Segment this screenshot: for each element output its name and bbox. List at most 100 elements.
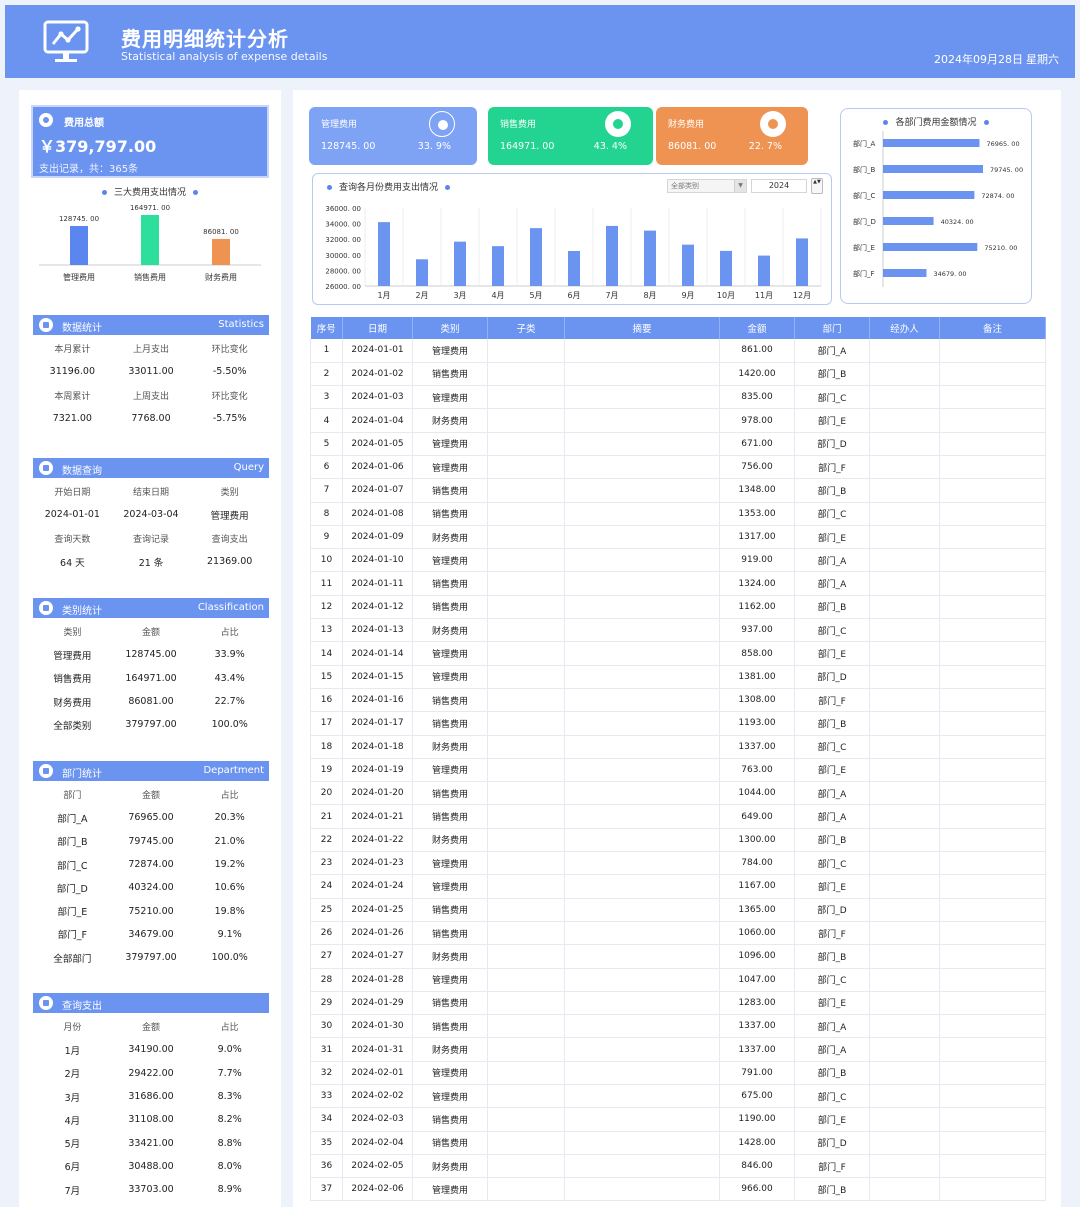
table-cell xyxy=(564,991,720,1016)
table-header-cell[interactable]: 备注 xyxy=(939,317,1046,339)
department-cell: 76965.00 xyxy=(128,812,174,824)
table-row[interactable]: 1 2024-01-01 管理费用 861.00 部门_A xyxy=(310,339,1046,363)
table-cell: 2024-01-06 xyxy=(342,455,413,480)
table-row[interactable]: 19 2024-01-19 管理费用 763.00 部门_E xyxy=(310,758,1046,783)
table-row[interactable]: 32 2024-02-01 管理费用 791.00 部门_B xyxy=(310,1061,1046,1086)
table-row[interactable]: 27 2024-01-27 财务费用 1096.00 部门_B xyxy=(310,944,1046,969)
table-cell: 1300.00 xyxy=(719,828,795,853)
table-cell xyxy=(939,921,1046,946)
table-cell: 部门_D xyxy=(794,1131,870,1155)
table-header-cell[interactable]: 金额 xyxy=(719,317,795,339)
table-cell: 部门_D xyxy=(794,665,870,689)
table-row[interactable]: 2 2024-01-02 销售费用 1420.00 部门_B xyxy=(310,362,1046,387)
mini-bar-label: 128745. 00 xyxy=(59,215,99,223)
table-cell: 财务费用 xyxy=(412,828,488,853)
year-input[interactable]: 2024 xyxy=(751,179,807,193)
page-title: 费用明细统计分析 xyxy=(121,27,289,51)
query-icon xyxy=(39,461,53,475)
chevron-down-icon[interactable]: ▼ xyxy=(734,180,746,192)
table-cell xyxy=(487,339,565,363)
department-row: 部门_C 72874.00 19.2% xyxy=(33,853,269,876)
table-row[interactable]: 4 2024-01-04 财务费用 978.00 部门_E xyxy=(310,408,1046,433)
table-header-cell[interactable]: 部门 xyxy=(794,317,870,339)
table-cell xyxy=(564,1177,720,1202)
table-row[interactable]: 14 2024-01-14 管理费用 858.00 部门_E xyxy=(310,641,1046,666)
table-cell: 1365.00 xyxy=(719,898,795,922)
classification-cell: 管理费用 xyxy=(53,650,92,662)
table-cell xyxy=(487,944,565,969)
table-row[interactable]: 29 2024-01-29 销售费用 1283.00 部门_E xyxy=(310,991,1046,1016)
table-cell xyxy=(487,1084,565,1109)
y-tick-label: 30000. 00 xyxy=(325,252,361,260)
table-row[interactable]: 13 2024-01-13 财务费用 937.00 部门_C xyxy=(310,618,1046,643)
table-row[interactable]: 3 2024-01-03 管理费用 835.00 部门_C xyxy=(310,385,1046,410)
table-cell: 23 xyxy=(310,851,343,876)
table-cell xyxy=(487,1037,565,1062)
table-row[interactable]: 33 2024-02-02 管理费用 675.00 部门_C xyxy=(310,1084,1046,1109)
table-cell: 1317.00 xyxy=(719,525,795,550)
table-cell: 销售费用 xyxy=(412,711,488,736)
table-header-cell[interactable]: 摘要 xyxy=(564,317,720,339)
table-row[interactable]: 7 2024-01-07 销售费用 1348.00 部门_B xyxy=(310,478,1046,503)
kpi-name: 管理费用 xyxy=(321,120,358,130)
table-row[interactable]: 11 2024-01-11 销售费用 1324.00 部门_A xyxy=(310,571,1046,596)
table-row[interactable]: 31 2024-01-31 财务费用 1337.00 部门_A xyxy=(310,1037,1046,1062)
table-row[interactable]: 28 2024-01-28 管理费用 1047.00 部门_C xyxy=(310,968,1046,992)
dept-label: 部门_E xyxy=(853,243,875,252)
table-cell xyxy=(939,455,1046,480)
table-row[interactable]: 23 2024-01-23 管理费用 784.00 部门_C xyxy=(310,851,1046,876)
table-row[interactable]: 25 2024-01-25 销售费用 1365.00 部门_D xyxy=(310,898,1046,922)
table-cell: 13 xyxy=(310,618,343,643)
table-header-cell[interactable]: 日期 xyxy=(342,317,413,339)
table-row[interactable]: 16 2024-01-16 销售费用 1308.00 部门_F xyxy=(310,688,1046,713)
table-cell: 10 xyxy=(310,548,343,573)
table-row[interactable]: 9 2024-01-09 财务费用 1317.00 部门_E xyxy=(310,525,1046,550)
table-row[interactable]: 26 2024-01-26 销售费用 1060.00 部门_F xyxy=(310,921,1046,946)
table-row[interactable]: 8 2024-01-08 销售费用 1353.00 部门_C xyxy=(310,502,1046,526)
table-cell: 1381.00 xyxy=(719,665,795,689)
table-header-cell[interactable]: 序号 xyxy=(310,317,343,339)
x-tick-label: 7月 xyxy=(605,291,618,300)
table-cell: 销售费用 xyxy=(412,991,488,1016)
table-cell xyxy=(939,874,1046,899)
table-cell xyxy=(869,968,940,992)
table-cell: 36 xyxy=(310,1154,343,1179)
table-row[interactable]: 10 2024-01-10 管理费用 919.00 部门_A xyxy=(310,548,1046,573)
table-cell: 部门_E xyxy=(794,641,870,666)
table-row[interactable]: 30 2024-01-30 销售费用 1337.00 部门_A xyxy=(310,1014,1046,1039)
table-cell: 2024-01-03 xyxy=(342,385,413,410)
table-cell: 2024-01-24 xyxy=(342,874,413,899)
table-row[interactable]: 12 2024-01-12 销售费用 1162.00 部门_B xyxy=(310,595,1046,620)
table-row[interactable]: 21 2024-01-21 销售费用 649.00 部门_A xyxy=(310,804,1046,829)
table-cell: 791.00 xyxy=(719,1061,795,1086)
mini-category-label: 管理费用 xyxy=(63,272,95,282)
table-row[interactable]: 18 2024-01-18 财务费用 1337.00 部门_C xyxy=(310,735,1046,759)
monthly-expense-cell: 8.2% xyxy=(217,1114,242,1126)
table-row[interactable]: 5 2024-01-05 管理费用 671.00 部门_D xyxy=(310,432,1046,456)
table-row[interactable]: 22 2024-01-22 财务费用 1300.00 部门_B xyxy=(310,828,1046,853)
year-spinner[interactable]: ▲▼ xyxy=(811,178,823,194)
page-subtitle: Statistical analysis of expense details xyxy=(121,50,328,63)
table-row[interactable]: 37 2024-02-06 管理费用 966.00 部门_B xyxy=(310,1177,1046,1202)
table-row[interactable]: 20 2024-01-20 销售费用 1044.00 部门_A xyxy=(310,781,1046,806)
table-cell xyxy=(939,851,1046,876)
table-header-cell[interactable]: 类别 xyxy=(412,317,488,339)
monthly-expense-cell: 9.0% xyxy=(217,1044,242,1056)
table-row[interactable]: 15 2024-01-15 管理费用 1381.00 部门_D xyxy=(310,665,1046,689)
table-cell xyxy=(869,571,940,596)
table-cell: 部门_C xyxy=(794,385,870,410)
table-cell: 675.00 xyxy=(719,1084,795,1109)
table-row[interactable]: 36 2024-02-05 财务费用 846.00 部门_F xyxy=(310,1154,1046,1179)
table-row[interactable]: 17 2024-01-17 销售费用 1193.00 部门_B xyxy=(310,711,1046,736)
table-row[interactable]: 6 2024-01-06 管理费用 756.00 部门_F xyxy=(310,455,1046,480)
query-cell: 2024-03-04 xyxy=(123,509,179,521)
table-header-cell[interactable]: 经办人 xyxy=(869,317,940,339)
query-cell: 64 天 xyxy=(60,557,85,569)
table-header-cell[interactable]: 子类 xyxy=(487,317,565,339)
department-row: 部门_B 79745.00 21.0% xyxy=(33,830,269,853)
table-row[interactable]: 35 2024-02-04 销售费用 1428.00 部门_D xyxy=(310,1131,1046,1155)
table-cell xyxy=(869,641,940,666)
category-select[interactable]: 全部类别 ▼ xyxy=(667,179,747,193)
table-row[interactable]: 34 2024-02-03 销售费用 1190.00 部门_E xyxy=(310,1107,1046,1132)
table-row[interactable]: 24 2024-01-24 管理费用 1167.00 部门_E xyxy=(310,874,1046,899)
